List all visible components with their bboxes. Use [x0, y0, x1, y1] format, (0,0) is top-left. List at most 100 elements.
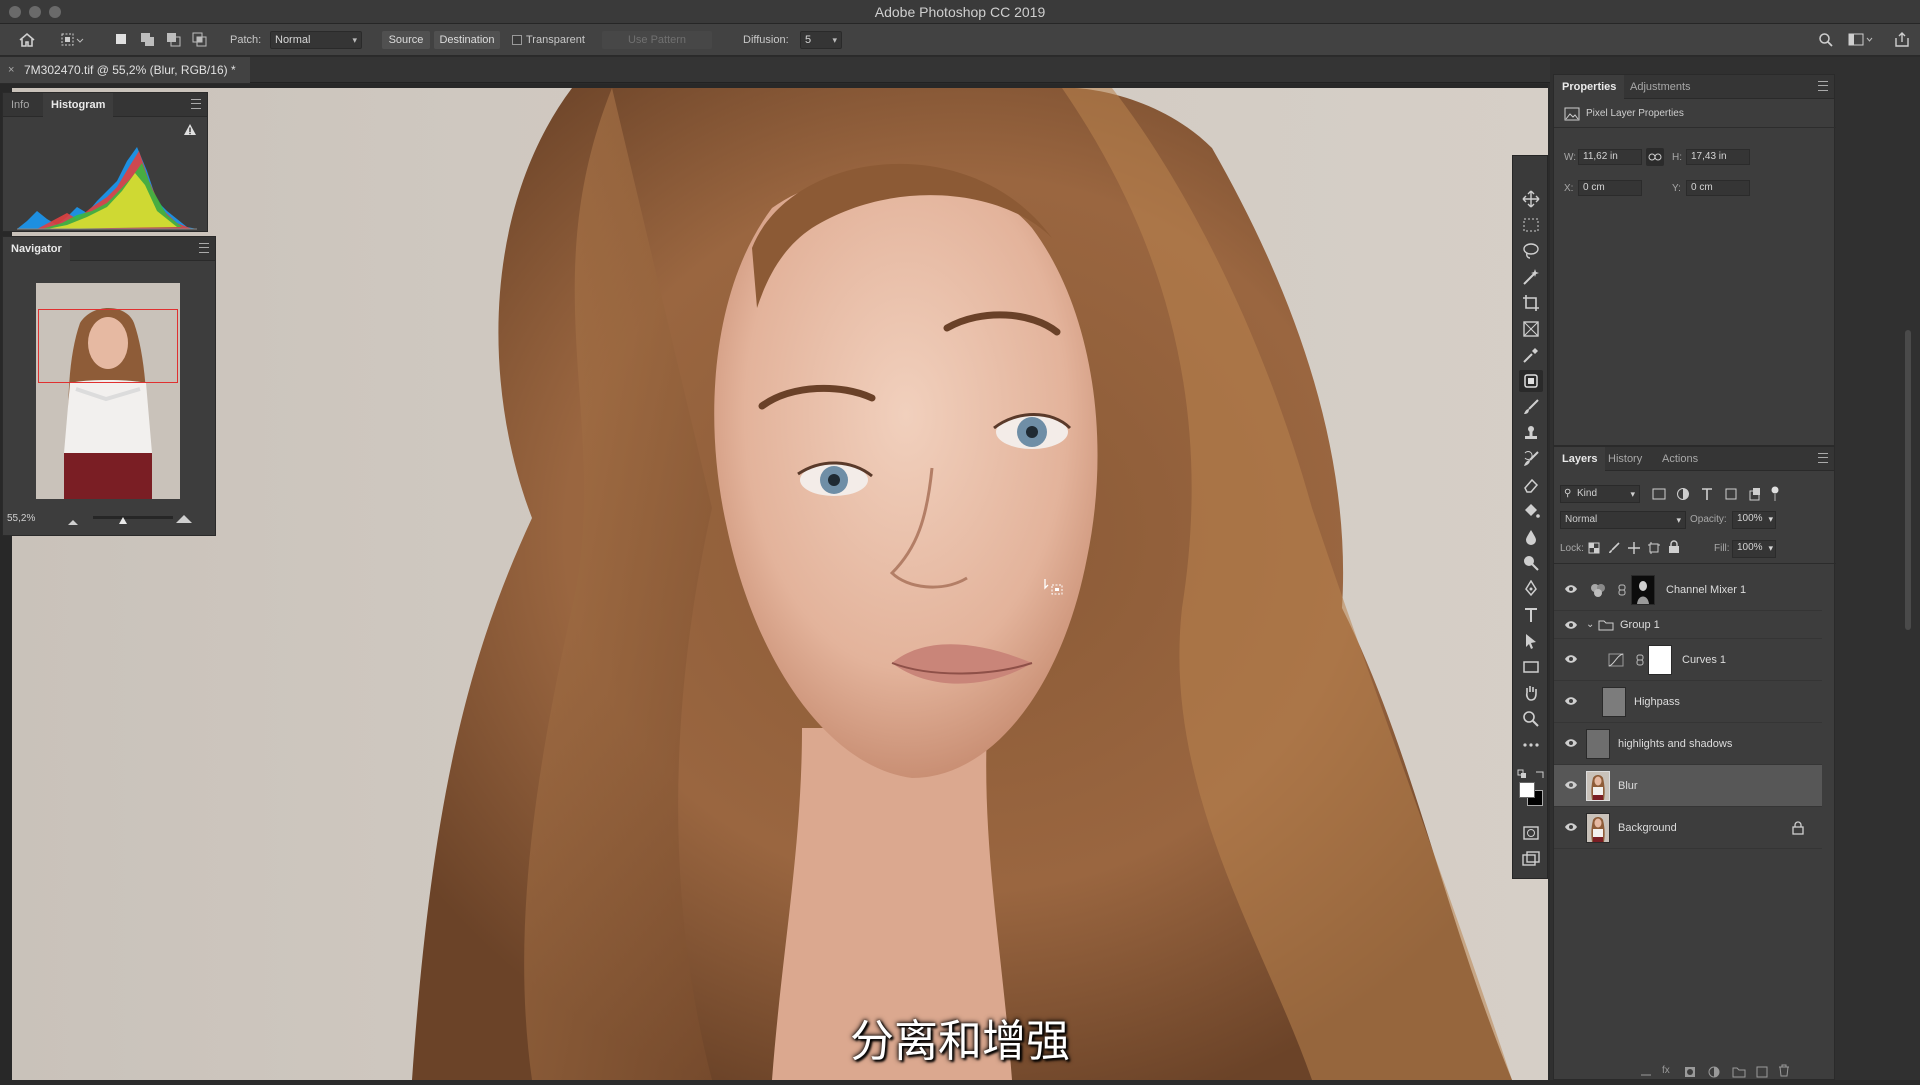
close-document-icon[interactable]: × [8, 57, 14, 83]
width-field[interactable]: 11,62 in [1578, 149, 1642, 165]
lasso-tool-icon[interactable] [1519, 240, 1543, 262]
blur-tool-icon[interactable] [1519, 526, 1543, 548]
filter-adjustment-icon[interactable] [1676, 487, 1690, 506]
brush-tool-icon[interactable] [1519, 396, 1543, 418]
layer-style-icon[interactable]: fx [1662, 1065, 1670, 1076]
frame-tool-icon[interactable] [1519, 318, 1543, 340]
lock-all-icon[interactable] [1668, 540, 1680, 558]
lock-position-icon[interactable] [1628, 541, 1640, 559]
layer-thumbnail[interactable] [1586, 813, 1610, 843]
crop-tool-icon[interactable] [1519, 292, 1543, 314]
swap-colors-icon[interactable] [1535, 766, 1545, 784]
layer-name[interactable]: Channel Mixer 1 [1666, 569, 1746, 611]
x-field[interactable]: 0 cm [1578, 180, 1642, 196]
paint-bucket-tool-icon[interactable] [1519, 500, 1543, 522]
new-selection-icon[interactable] [114, 32, 130, 48]
layer-row-background[interactable]: Background [1554, 807, 1822, 849]
tab-histogram[interactable]: Histogram [43, 93, 114, 117]
home-icon[interactable] [18, 32, 35, 48]
eye-icon[interactable] [1564, 822, 1578, 832]
layer-row-group[interactable]: ⌄ Group 1 [1554, 611, 1822, 639]
zoom-tool-icon[interactable] [1519, 708, 1543, 730]
filter-toggle-icon[interactable] [1770, 486, 1780, 507]
navigator-zoom-slider[interactable] [93, 516, 173, 524]
dodge-tool-icon[interactable] [1519, 552, 1543, 574]
layer-filter-select[interactable]: ⚲ Kind ▾ [1560, 485, 1640, 503]
tab-navigator[interactable]: Navigator [3, 237, 70, 261]
tab-history[interactable]: History [1600, 447, 1650, 471]
link-layers-icon[interactable] [1640, 1067, 1652, 1085]
layer-thumbnail[interactable] [1602, 687, 1626, 717]
lock-icon[interactable] [1792, 821, 1804, 838]
pen-tool-icon[interactable] [1519, 578, 1543, 600]
intersect-selection-icon[interactable] [192, 32, 208, 48]
screen-mode-icon[interactable] [1519, 848, 1543, 870]
layer-row-curves[interactable]: Curves 1 [1554, 639, 1822, 681]
layer-row-blur[interactable]: Blur [1554, 765, 1822, 807]
add-to-selection-icon[interactable] [140, 32, 156, 48]
eye-icon[interactable] [1564, 696, 1578, 706]
patch-mode-select[interactable]: Normal ▾ [270, 31, 362, 49]
workspace-icon[interactable] [1848, 32, 1873, 48]
panel-menu-icon[interactable] [191, 99, 201, 109]
move-tool-icon[interactable] [1519, 188, 1543, 210]
use-pattern-button[interactable]: Use Pattern [602, 31, 712, 49]
panel-menu-icon[interactable] [199, 243, 209, 253]
tab-actions[interactable]: Actions [1654, 447, 1706, 471]
eye-icon[interactable] [1564, 620, 1578, 630]
diffusion-select[interactable]: 5 ▾ [800, 31, 842, 49]
chevron-down-icon[interactable]: ▾ [1768, 541, 1773, 555]
layer-thumbnail[interactable] [1586, 771, 1610, 801]
zoom-in-icon[interactable] [175, 511, 193, 529]
filter-shape-icon[interactable] [1724, 487, 1738, 506]
dock-scrollbar[interactable] [1905, 330, 1911, 630]
document-image[interactable] [12, 88, 1548, 1080]
panel-menu-icon[interactable] [1818, 81, 1828, 91]
fill-field[interactable]: 100% ▾ [1732, 540, 1776, 558]
path-selection-tool-icon[interactable] [1519, 630, 1543, 652]
foreground-color-swatch[interactable] [1519, 782, 1535, 798]
navigator-view-box[interactable] [38, 309, 178, 383]
filter-type-icon[interactable] [1700, 487, 1714, 506]
more-tools-icon[interactable] [1519, 734, 1543, 756]
eye-icon[interactable] [1564, 584, 1578, 594]
eyedropper-tool-icon[interactable] [1519, 344, 1543, 366]
layer-mask-thumbnail[interactable] [1631, 575, 1655, 605]
layer-thumbnail[interactable] [1586, 729, 1610, 759]
opacity-field[interactable]: 100% ▾ [1732, 511, 1776, 529]
search-icon[interactable] [1818, 32, 1834, 48]
layer-name[interactable]: Curves 1 [1682, 639, 1726, 681]
source-button[interactable]: Source [382, 31, 430, 49]
eraser-tool-icon[interactable] [1519, 474, 1543, 496]
new-adjustment-layer-icon[interactable] [1708, 1065, 1720, 1083]
canvas-area[interactable] [0, 84, 1548, 1080]
y-field[interactable]: 0 cm [1686, 180, 1750, 196]
patch-tool-preset-icon[interactable] [60, 32, 84, 48]
transparent-checkbox[interactable] [512, 35, 522, 45]
subtract-from-selection-icon[interactable] [166, 32, 182, 48]
share-icon[interactable] [1894, 32, 1910, 48]
tab-info[interactable]: Info [3, 93, 37, 117]
lock-artboard-icon[interactable] [1648, 541, 1660, 559]
patch-tool-icon[interactable] [1519, 370, 1543, 392]
tab-layers[interactable]: Layers [1554, 447, 1606, 471]
magic-wand-tool-icon[interactable] [1519, 266, 1543, 288]
layer-row-channel-mixer[interactable]: Channel Mixer 1 [1554, 569, 1822, 611]
zoom-out-icon[interactable] [67, 513, 79, 531]
eye-icon[interactable] [1564, 780, 1578, 790]
quick-mask-icon[interactable] [1519, 822, 1543, 844]
transparent-option[interactable]: Transparent [512, 24, 585, 56]
layer-row-highpass[interactable]: Highpass [1554, 681, 1822, 723]
layer-row-highlights-shadows[interactable]: highlights and shadows [1554, 723, 1822, 765]
eye-icon[interactable] [1564, 654, 1578, 664]
rectangle-tool-icon[interactable] [1519, 656, 1543, 678]
layer-name[interactable]: Group 1 [1620, 611, 1660, 639]
blend-mode-select[interactable]: Normal ▾ [1560, 511, 1686, 529]
layer-name[interactable]: highlights and shadows [1618, 723, 1732, 765]
clone-stamp-tool-icon[interactable] [1519, 422, 1543, 444]
layer-name[interactable]: Highpass [1634, 681, 1680, 723]
layer-mask-link-icon[interactable] [1636, 654, 1644, 669]
history-brush-tool-icon[interactable] [1519, 448, 1543, 470]
zoom-slider-thumb[interactable] [118, 512, 128, 524]
group-expand-chevron-icon[interactable]: ⌄ [1586, 619, 1594, 630]
